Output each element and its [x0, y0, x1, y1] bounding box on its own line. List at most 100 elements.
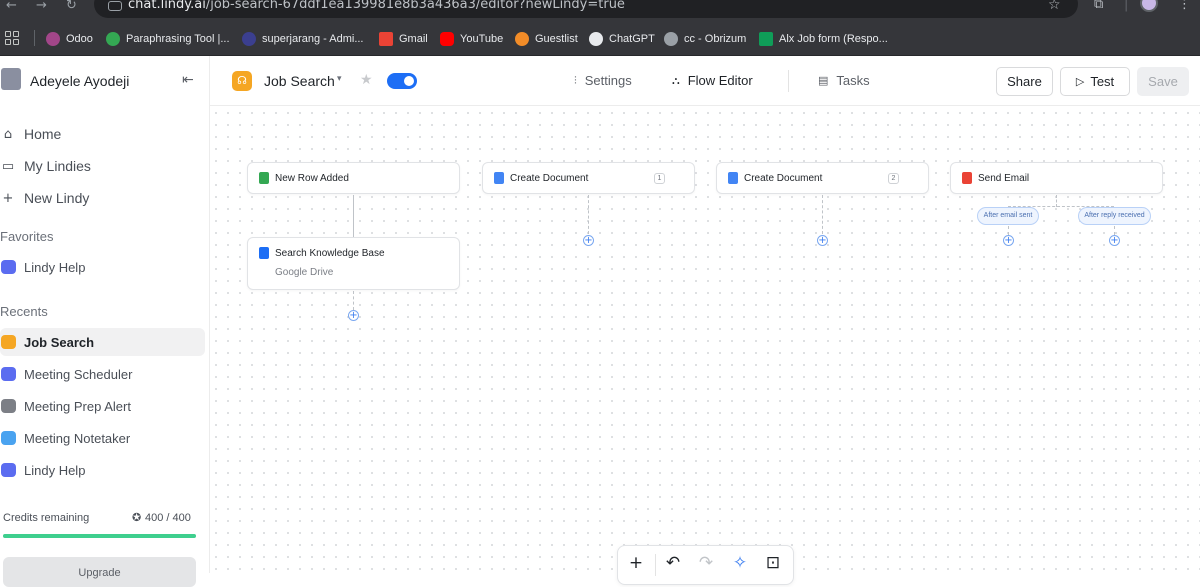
forward-icon[interactable]: →	[36, 0, 47, 14]
agent-enabled-toggle[interactable]	[387, 73, 417, 89]
toggle-knob	[404, 76, 414, 86]
fit-view-button[interactable]: ⊡	[759, 553, 787, 575]
connector-line	[822, 195, 823, 234]
node-subtitle: Google Drive	[275, 267, 334, 278]
recent-job-search[interactable]: Job Search	[0, 328, 205, 356]
tasks-icon: ▤	[818, 74, 829, 87]
nav-new-lindy[interactable]: + New Lindy	[0, 186, 205, 210]
bookmark-guestlist[interactable]: Guestlist	[515, 31, 578, 47]
gmail-icon	[379, 32, 393, 46]
credits-icon: ✪	[132, 511, 142, 524]
bookmark-chatgpt[interactable]: ChatGPT	[589, 31, 655, 47]
app-sidebar: Adeyele Ayodeji ⇤ ⌂ Home ▭ My Lindies + New…	[0, 56, 210, 587]
tab-tasks[interactable]: ▤ Tasks	[818, 73, 870, 88]
connector-line	[1008, 226, 1009, 235]
lindy-help-icon	[1, 463, 16, 477]
recent-meeting-scheduler[interactable]: Meeting Scheduler	[0, 360, 205, 388]
collapse-sidebar-icon[interactable]: ⇤	[182, 72, 194, 88]
add-step-icon[interactable]: +	[1003, 235, 1014, 246]
bookmark-obrizum[interactable]: cc - Obrizum	[664, 31, 746, 47]
folder-icon: ▭	[1, 158, 15, 174]
browser-menu-icon[interactable]: ⋮	[1178, 0, 1191, 12]
flow-canvas[interactable]: New Row Added Create Document 1 + Create…	[210, 107, 1200, 573]
chevron-down-icon[interactable]: ▾	[337, 74, 342, 84]
google-docs-icon	[494, 172, 504, 184]
flow-icon: ⛬	[672, 73, 680, 87]
sheets-icon	[759, 32, 773, 46]
sliders-icon: ⫶	[574, 73, 577, 87]
chatgpt-icon	[589, 32, 603, 46]
browser-toolbar: ← → ↻ chat.lindy.ai/job-search-67ddf1ea1…	[0, 0, 1200, 22]
guestlist-icon	[515, 32, 529, 46]
toolbar-divider: |	[1124, 0, 1129, 12]
extensions-icon[interactable]: ⧉	[1094, 0, 1103, 12]
action-node-create-document-2[interactable]: Create Document 2	[716, 162, 929, 194]
meeting-notetaker-icon	[1, 431, 16, 445]
recent-lindy-help[interactable]: Lindy Help	[0, 456, 205, 484]
obrizum-icon	[664, 32, 678, 46]
back-icon[interactable]: ←	[6, 0, 17, 14]
add-node-button[interactable]: +	[622, 553, 650, 575]
credits-value: 400 / 400	[145, 512, 191, 524]
favorite-lindy-help[interactable]: Lindy Help	[0, 253, 205, 281]
favorites-heading: Favorites	[0, 229, 54, 244]
add-step-icon[interactable]: +	[583, 235, 594, 246]
undo-button[interactable]: ↶	[659, 553, 687, 575]
auto-layout-button[interactable]: ✧	[726, 553, 754, 575]
recents-heading: Recents	[0, 304, 48, 319]
nav-home[interactable]: ⌂ Home	[0, 122, 205, 146]
apps-grid-icon[interactable]	[5, 31, 19, 45]
action-node-send-email[interactable]: Send Email	[950, 162, 1163, 194]
test-button[interactable]: ▷ Test	[1060, 67, 1130, 96]
meeting-scheduler-icon	[1, 367, 16, 381]
youtube-icon	[440, 32, 454, 46]
favorite-star-icon[interactable]: ★	[360, 72, 373, 88]
add-step-icon[interactable]: +	[1109, 235, 1120, 246]
connector-line	[588, 195, 589, 234]
credits-label: Credits remaining	[3, 512, 90, 524]
bookmark-odoo[interactable]: Odoo	[46, 31, 93, 47]
bookmark-gmail[interactable]: Gmail	[379, 31, 428, 47]
credits-progress	[3, 534, 196, 538]
url-text[interactable]: chat.lindy.ai/job-search-67ddf1ea139981e…	[128, 0, 625, 12]
plus-icon: +	[2, 190, 14, 206]
redo-button[interactable]: ↷	[692, 553, 720, 575]
trigger-node-new-row-added[interactable]: New Row Added	[247, 162, 460, 194]
action-node-search-knowledge-base[interactable]: Search Knowledge Base Google Drive	[247, 237, 460, 290]
recent-meeting-prep-alert[interactable]: Meeting Prep Alert	[0, 392, 205, 420]
play-icon: ▷	[1075, 75, 1085, 88]
upgrade-button[interactable]: Upgrade	[3, 557, 196, 587]
connector-line	[1114, 226, 1115, 235]
add-step-icon[interactable]: +	[348, 310, 359, 321]
site-info-icon[interactable]	[108, 1, 122, 11]
bookmark-paraphrasing-tool[interactable]: Paraphrasing Tool |...	[106, 31, 230, 47]
superjarang-icon	[242, 32, 256, 46]
save-button[interactable]: Save	[1137, 67, 1189, 96]
user-name[interactable]: Adeyele Ayodeji	[30, 73, 129, 89]
google-docs-icon	[728, 172, 738, 184]
share-button[interactable]: Share	[996, 67, 1053, 96]
bookmark-youtube[interactable]: YouTube	[440, 31, 503, 47]
recent-meeting-notetaker[interactable]: Meeting Notetaker	[0, 424, 205, 452]
profile-avatar[interactable]	[1140, 0, 1158, 12]
bookmark-star-icon[interactable]: ☆	[1048, 0, 1061, 13]
step-number-badge: 1	[654, 173, 665, 184]
branch-after-reply-received[interactable]: After reply received	[1078, 207, 1151, 225]
user-avatar[interactable]	[1, 68, 21, 90]
step-number-badge: 2	[888, 173, 899, 184]
action-node-create-document-1[interactable]: Create Document 1	[482, 162, 695, 194]
reload-icon[interactable]: ↻	[66, 0, 77, 14]
tab-settings[interactable]: ⫶ Settings	[574, 73, 632, 88]
agent-name[interactable]: Job Search	[264, 73, 335, 89]
home-icon: ⌂	[3, 126, 13, 142]
lindy-help-icon	[1, 260, 16, 274]
tab-flow-editor[interactable]: ⛬ Flow Editor	[672, 73, 753, 88]
bookmark-alx-job-form[interactable]: Alx Job form (Respo...	[759, 31, 888, 47]
meeting-prep-alert-icon	[1, 399, 16, 413]
nav-my-lindies[interactable]: ▭ My Lindies	[0, 154, 205, 178]
sheets-icon	[259, 172, 269, 184]
add-step-icon[interactable]: +	[817, 235, 828, 246]
branch-after-email-sent[interactable]: After email sent	[977, 207, 1039, 225]
bookmark-superjarang[interactable]: superjarang - Admi...	[242, 31, 364, 47]
editor-topbar: ☊ Job Search ▾ ★ ⫶ Settings ⛬ Flow Editor …	[210, 56, 1200, 106]
